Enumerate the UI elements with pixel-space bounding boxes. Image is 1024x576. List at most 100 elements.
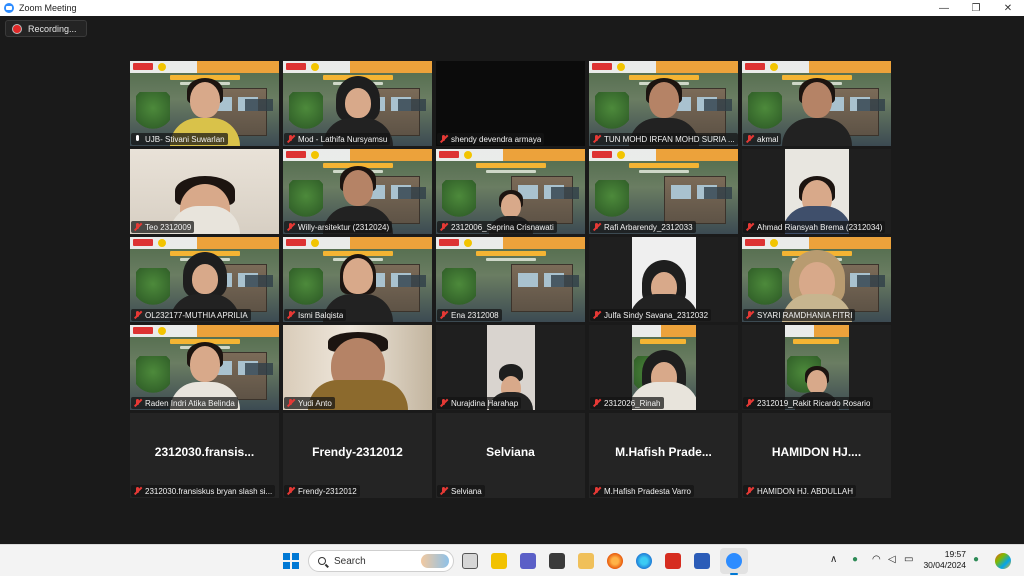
task-view-icon[interactable]: [462, 553, 478, 569]
word-icon[interactable]: [694, 553, 710, 569]
participant-tile[interactable]: OL232177-MUTHIA APRILIA: [130, 237, 279, 322]
mic-muted-icon: [133, 222, 143, 232]
participant-name: Julfa Sindy Savana_2312032: [604, 310, 709, 320]
participant-tile[interactable]: Nurajdina Harahap: [436, 325, 585, 410]
mic-muted-icon: [133, 486, 143, 496]
participant-tile-camera-off[interactable]: Selviana Selviana: [436, 413, 585, 498]
participant-name: 2312030.fransiskus bryan slash si...: [145, 486, 273, 496]
mic-muted-icon: [745, 398, 755, 408]
mic-muted-icon: [133, 398, 143, 408]
windows-taskbar: Search ∧ ● ◠ ◁ ▭ 19:57 30/04/2024 ●: [0, 544, 1024, 576]
participant-nametag: shendy devendra armaya: [437, 133, 545, 145]
participant-tile[interactable]: Willy-arsitektur (2312024): [283, 149, 432, 234]
participant-tile-camera-off[interactable]: Frendy-2312012 Frendy-2312012: [283, 413, 432, 498]
participant-nametag: 2312030.fransiskus bryan slash si...: [131, 485, 276, 497]
mic-in-use-icon[interactable]: ●: [852, 554, 858, 565]
video-gallery: UJB- Stivani Suwarlan Mod - Lathifa Nurs…: [130, 61, 891, 498]
participant-name: M.Hafish Pradesta Varro: [604, 486, 691, 496]
participant-tile[interactable]: shendy devendra armaya: [436, 61, 585, 146]
participant-nametag: Teo 2312009: [131, 221, 195, 233]
zoom-taskbar-icon[interactable]: [726, 553, 742, 575]
participant-tile[interactable]: Julfa Sindy Savana_2312032: [589, 237, 738, 322]
participant-tile-camera-off[interactable]: HAMIDON HJ.... HAMIDON HJ. ABDULLAH: [742, 413, 891, 498]
acrobat-icon[interactable]: [665, 553, 681, 569]
recording-icon: [12, 23, 22, 34]
battery-icon[interactable]: ▭: [904, 554, 913, 565]
participant-tile[interactable]: akmal: [742, 61, 891, 146]
participant-tile[interactable]: Teo 2312009: [130, 149, 279, 234]
recording-indicator[interactable]: Recording...: [5, 20, 87, 37]
wifi-icon[interactable]: ◠: [872, 554, 881, 565]
participant-name: TUN MOHD IRFAN MOHD SURIA ...: [604, 134, 735, 144]
notification-icon[interactable]: ●: [973, 554, 979, 565]
mic-muted-icon: [439, 486, 449, 496]
participant-display-name: Frendy-2312012: [312, 445, 403, 459]
mic-icon: [133, 134, 143, 144]
participant-display-name: 2312030.fransis...: [154, 445, 255, 459]
participant-nametag: TUN MOHD IRFAN MOHD SURIA ...: [590, 133, 738, 145]
participant-name: OL232177-MUTHIA APRILIA: [145, 310, 248, 320]
close-button[interactable]: ✕: [992, 0, 1024, 16]
participant-nametag: Ena 2312008: [437, 309, 502, 321]
mic-muted-icon: [439, 398, 449, 408]
participant-tile[interactable]: 2312006_Seprina Crisnawati: [436, 149, 585, 234]
mic-muted-icon: [592, 398, 602, 408]
volume-icon[interactable]: ◁: [888, 554, 896, 565]
window-title: Zoom Meeting: [19, 3, 77, 13]
participant-nametag: Raden Indri Atika Belinda: [131, 397, 238, 409]
participant-display-name: Selviana: [486, 445, 535, 459]
media-player-icon[interactable]: [549, 553, 565, 569]
minimize-button[interactable]: —: [928, 0, 960, 16]
participant-name: HAMIDON HJ. ABDULLAH: [757, 486, 854, 496]
participant-display-name: HAMIDON HJ....: [771, 445, 862, 459]
mic-muted-icon: [439, 222, 449, 232]
participant-tile[interactable]: Ahmad Riansyah Brema (2312034): [742, 149, 891, 234]
participant-tile-active-speaker[interactable]: Mod - Lathifa Nursyamsu: [283, 61, 432, 146]
participant-nametag: Mod - Lathifa Nursyamsu: [284, 133, 391, 145]
tray-overflow-icon[interactable]: ∧: [830, 554, 837, 565]
participant-nametag: 2312006_Seprina Crisnawati: [437, 221, 557, 233]
widgets-icon[interactable]: [491, 553, 507, 569]
participant-name: Ismi Balqista: [298, 310, 344, 320]
participant-tile[interactable]: Raden Indri Atika Belinda: [130, 325, 279, 410]
mic-muted-icon: [286, 134, 296, 144]
participant-tile[interactable]: Ena 2312008: [436, 237, 585, 322]
file-explorer-icon[interactable]: [578, 553, 594, 569]
participant-tile-camera-off[interactable]: M.Hafish Prade... M.Hafish Pradesta Varr…: [589, 413, 738, 498]
participant-name: Nurajdina Harahap: [451, 398, 519, 408]
participant-tile[interactable]: 2312026_Rinah: [589, 325, 738, 410]
participant-tile[interactable]: Yudi Anto: [283, 325, 432, 410]
participant-tile[interactable]: Rafi Arbarendy_2312033: [589, 149, 738, 234]
edge-icon[interactable]: [636, 553, 652, 569]
mic-muted-icon: [286, 310, 296, 320]
copilot-icon[interactable]: [995, 553, 1011, 569]
mic-muted-icon: [745, 222, 755, 232]
mic-muted-icon: [592, 486, 602, 496]
recording-label: Recording...: [28, 23, 77, 34]
participant-name: Teo 2312009: [145, 222, 192, 232]
taskbar-search-box[interactable]: Search: [308, 550, 454, 572]
mic-muted-icon: [745, 134, 755, 144]
participant-nametag: SYARI RAMDHANIA FITRI: [743, 309, 856, 321]
mic-muted-icon: [286, 398, 296, 408]
participant-nametag: Ismi Balqista: [284, 309, 347, 321]
participant-tile-camera-off[interactable]: 2312030.fransis... 2312030.fransiskus br…: [130, 413, 279, 498]
participant-tile[interactable]: Ismi Balqista: [283, 237, 432, 322]
participant-video: [777, 76, 857, 146]
participant-tile[interactable]: TUN MOHD IRFAN MOHD SURIA ...: [589, 61, 738, 146]
participant-display-name: M.Hafish Prade...: [615, 445, 712, 459]
participant-nametag: UJB- Stivani Suwarlan: [131, 133, 228, 145]
firefox-icon[interactable]: [607, 553, 623, 569]
windows-start-icon[interactable]: [283, 553, 299, 569]
participant-tile[interactable]: UJB- Stivani Suwarlan: [130, 61, 279, 146]
participant-name: Ena 2312008: [451, 310, 499, 320]
participant-tile[interactable]: 2312019_Rakit Ricardo Rosario: [742, 325, 891, 410]
participant-name: akmal: [757, 134, 779, 144]
teams-icon[interactable]: [520, 553, 536, 569]
participant-name: 2312026_Rinah: [604, 398, 661, 408]
restore-button[interactable]: ❐: [960, 0, 992, 16]
participant-nametag: Ahmad Riansyah Brema (2312034): [743, 221, 886, 233]
participant-name: Yudi Anto: [298, 398, 332, 408]
taskbar-clock[interactable]: 19:57 30/04/2024: [922, 549, 966, 571]
participant-tile[interactable]: SYARI RAMDHANIA FITRI: [742, 237, 891, 322]
